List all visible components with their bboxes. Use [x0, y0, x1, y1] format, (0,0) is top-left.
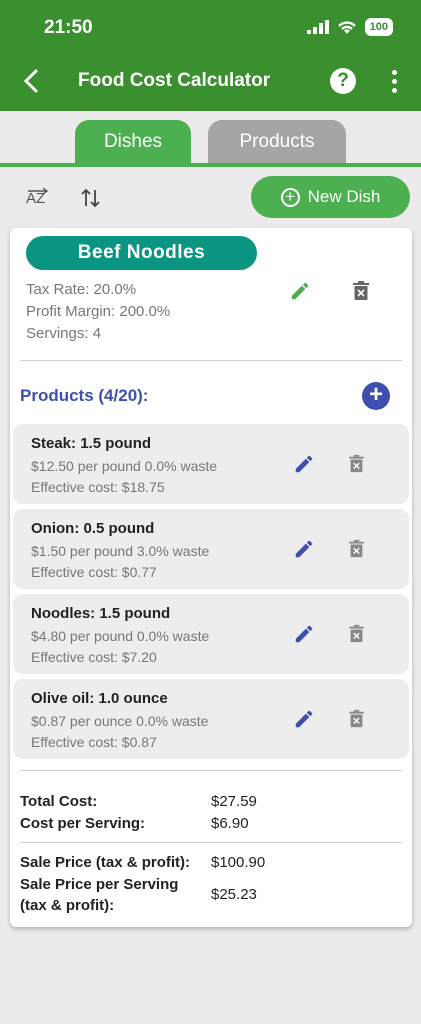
- trash-icon: [349, 454, 364, 473]
- tab-products[interactable]: Products: [208, 120, 346, 164]
- cost-per-serving-label: Cost per Serving:: [20, 815, 146, 832]
- back-arrow-icon: [23, 69, 38, 93]
- pencil-icon: [295, 455, 313, 473]
- sort-alpha-button[interactable]: AZ: [24, 186, 52, 210]
- sale-price-per-serving-value: $25.23: [211, 886, 257, 903]
- edit-product-button[interactable]: [293, 453, 315, 475]
- edit-product-button[interactable]: [293, 623, 315, 645]
- sort-order-button[interactable]: [80, 186, 102, 210]
- help-icon: ?: [337, 70, 349, 91]
- total-cost-label: Total Cost:: [20, 793, 98, 810]
- edit-product-button[interactable]: [293, 708, 315, 730]
- product-effective-cost: Effective cost: $0.77: [31, 564, 157, 580]
- product-effective-cost: Effective cost: $18.75: [31, 479, 165, 495]
- product-price-waste: $4.80 per pound 0.0% waste: [31, 628, 210, 644]
- page-title: Food Cost Calculator: [78, 70, 271, 91]
- tab-bar: Dishes Products: [0, 111, 421, 167]
- new-dish-button[interactable]: + New Dish: [251, 176, 410, 218]
- dish-servings: Servings: 4: [26, 325, 102, 342]
- total-cost-value: $27.59: [211, 793, 257, 810]
- sort-arrows-icon: [81, 188, 100, 208]
- delete-product-button[interactable]: [348, 539, 365, 559]
- edit-dish-button[interactable]: [289, 280, 311, 302]
- more-vert-icon: [386, 70, 402, 93]
- delete-product-button[interactable]: [348, 624, 365, 644]
- dish-profit-margin: Profit Margin: 200.0%: [26, 303, 171, 320]
- product-price-waste: $12.50 per pound 0.0% waste: [31, 458, 218, 474]
- divider: [20, 770, 402, 771]
- divider: [20, 842, 402, 843]
- pencil-icon: [291, 282, 309, 300]
- product-effective-cost: Effective cost: $0.87: [31, 734, 157, 750]
- status-icons: 100: [306, 18, 393, 36]
- signal-icon: [306, 20, 329, 34]
- add-icon: +: [368, 381, 383, 408]
- wifi-icon: [337, 20, 356, 34]
- trash-icon: [349, 539, 364, 558]
- divider: [20, 360, 402, 361]
- sale-price-label: Sale Price (tax & profit):: [20, 854, 191, 871]
- back-button[interactable]: [20, 67, 44, 95]
- delete-product-button[interactable]: [348, 454, 365, 474]
- add-circle-icon: +: [280, 187, 300, 207]
- help-button[interactable]: ?: [330, 68, 356, 94]
- product-item[interactable]: Steak: 1.5 pound $12.50 per pound 0.0% w…: [13, 424, 409, 504]
- add-product-button[interactable]: +: [362, 382, 390, 410]
- product-item[interactable]: Olive oil: 1.0 ounce $0.87 per ounce 0.0…: [13, 679, 409, 759]
- delete-product-button[interactable]: [348, 709, 365, 729]
- new-dish-label: New Dish: [307, 187, 381, 206]
- trash-icon: [353, 281, 369, 300]
- trash-icon: [349, 709, 364, 728]
- product-price-waste: $1.50 per pound 3.0% waste: [31, 543, 210, 559]
- svg-text:AZ: AZ: [26, 190, 45, 207]
- dish-name[interactable]: Beef Noodles: [26, 236, 257, 270]
- pencil-icon: [295, 625, 313, 643]
- tab-indicator-line: [0, 163, 421, 167]
- product-item[interactable]: Onion: 0.5 pound $1.50 per pound 3.0% wa…: [13, 509, 409, 589]
- product-name: Steak: 1.5 pound: [31, 435, 152, 452]
- trash-icon: [349, 624, 364, 643]
- sale-price-value: $100.90: [211, 854, 266, 871]
- sale-price-per-serving-label: Sale Price per Serving (tax & profit):: [20, 876, 179, 914]
- battery-indicator: 100: [364, 18, 393, 36]
- product-name: Noodles: 1.5 pound: [31, 605, 171, 622]
- app-bar: 21:50 100 Food Cost Calculator ?: [0, 0, 421, 111]
- sort-alpha-icon: AZ: [26, 187, 49, 207]
- status-time: 21:50: [44, 17, 93, 38]
- more-menu-button[interactable]: [386, 68, 402, 96]
- delete-dish-button[interactable]: [352, 280, 370, 302]
- product-item[interactable]: Noodles: 1.5 pound $4.80 per pound 0.0% …: [13, 594, 409, 674]
- product-effective-cost: Effective cost: $7.20: [31, 649, 157, 665]
- dish-tax-rate: Tax Rate: 20.0%: [26, 281, 137, 298]
- product-price-waste: $0.87 per ounce 0.0% waste: [31, 713, 209, 729]
- tab-dishes[interactable]: Dishes: [75, 120, 191, 164]
- product-name: Olive oil: 1.0 ounce: [31, 690, 168, 707]
- products-title: Products (4/20):: [20, 386, 149, 405]
- product-name: Onion: 0.5 pound: [31, 520, 155, 537]
- pencil-icon: [295, 540, 313, 558]
- cost-per-serving-value: $6.90: [211, 815, 249, 832]
- dish-card: Beef Noodles Tax Rate: 20.0% Profit Marg…: [10, 228, 412, 927]
- pencil-icon: [295, 710, 313, 728]
- edit-product-button[interactable]: [293, 538, 315, 560]
